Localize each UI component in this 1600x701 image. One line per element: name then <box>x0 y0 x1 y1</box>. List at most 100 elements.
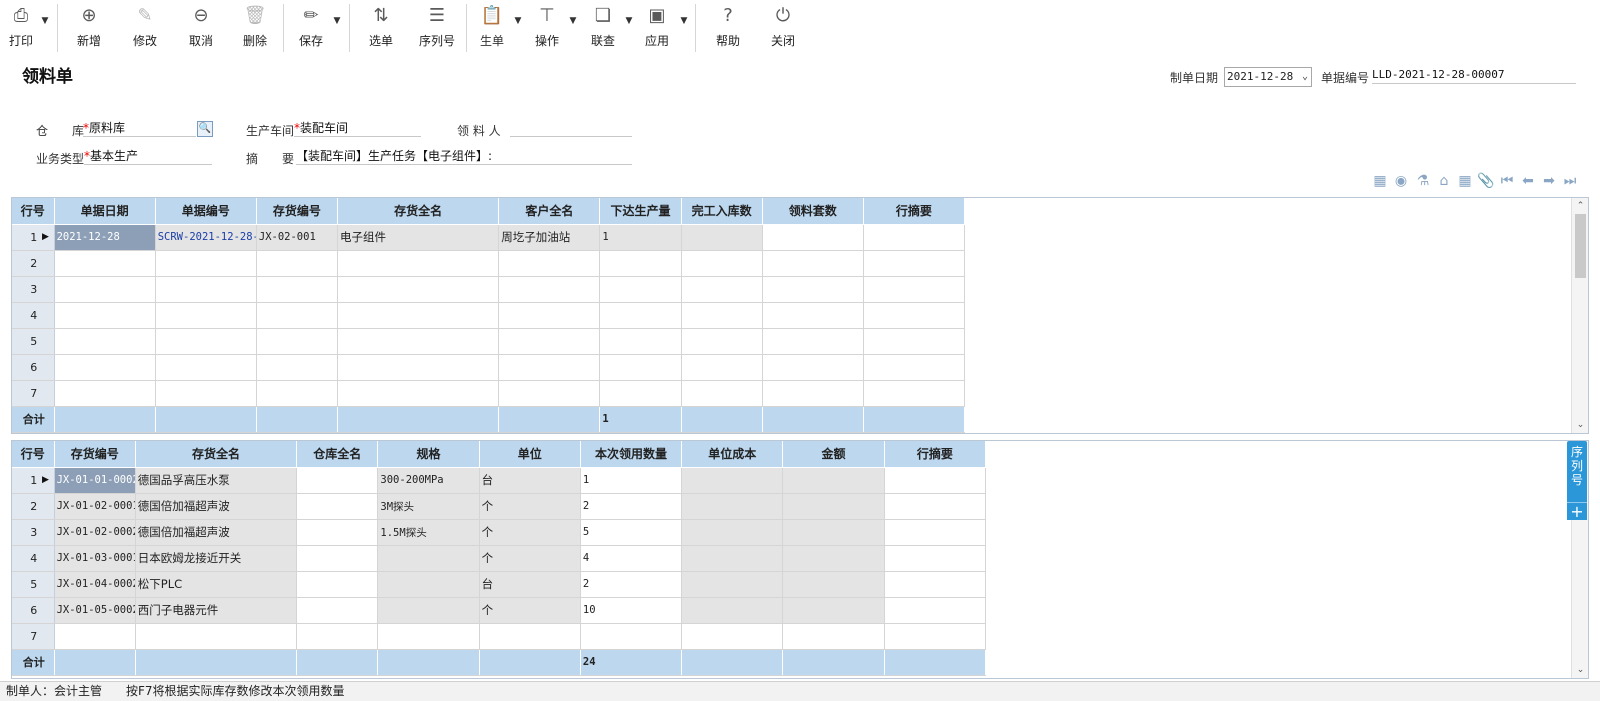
row-number-cell[interactable]: 2 <box>12 250 55 277</box>
table-cell[interactable] <box>681 545 784 572</box>
column-header[interactable]: 单据编号 <box>155 198 257 225</box>
table-cell[interactable] <box>498 250 601 277</box>
table-cell[interactable] <box>256 354 339 381</box>
table-cell[interactable] <box>782 571 885 598</box>
select-doc-button[interactable]: ⇅ 选单 <box>367 4 395 54</box>
first-page-icon[interactable]: ⏮ <box>1498 172 1516 190</box>
docno-field[interactable]: LLD-2021-12-28-00007 <box>1372 66 1576 84</box>
table-cell[interactable]: 周圪子加油站 <box>498 224 601 251</box>
table-cell[interactable] <box>863 328 966 355</box>
table-cell[interactable]: 1.5M探头 <box>377 519 480 546</box>
table-cell[interactable] <box>863 276 966 303</box>
table-cell[interactable] <box>54 276 156 303</box>
table-cell[interactable] <box>296 493 379 520</box>
row-number-cell[interactable]: 5 <box>12 571 55 598</box>
table-cell[interactable] <box>681 519 784 546</box>
table-cell[interactable] <box>681 380 763 407</box>
table-cell[interactable] <box>54 302 156 329</box>
table-cell[interactable] <box>681 467 784 494</box>
table-row[interactable]: 4 <box>12 302 966 329</box>
row-number-cell[interactable]: 4 <box>12 302 55 329</box>
table-cell[interactable]: 3M探头 <box>377 493 480 520</box>
table-row[interactable]: 3 JX-01-02-0002 德国倍加福超声波 1.5M探头 个 5 <box>12 519 987 546</box>
table-cell[interactable]: 德国品孚高压水泵 <box>135 467 298 494</box>
table-cell[interactable]: JX-01-05-0002 <box>54 597 136 624</box>
column-header[interactable]: 仓库全名 <box>296 441 379 468</box>
vertical-scrollbar[interactable]: ⌃ ⌄ <box>1571 198 1588 433</box>
table-row[interactable]: 6 JX-01-05-0002 西门子电器元件 个 10 <box>12 597 987 624</box>
table-cell[interactable] <box>54 250 156 277</box>
table-cell[interactable] <box>54 380 156 407</box>
table-cell[interactable] <box>762 276 864 303</box>
table-cell[interactable] <box>155 380 257 407</box>
table-row[interactable]: 7 <box>12 623 987 650</box>
save-dropdown-caret[interactable]: ▼ <box>332 16 342 26</box>
table-cell[interactable] <box>681 493 784 520</box>
calculator-icon[interactable]: ▦ <box>1456 172 1474 190</box>
table-cell[interactable] <box>681 302 763 329</box>
table-cell[interactable] <box>54 328 156 355</box>
table-cell[interactable] <box>498 302 601 329</box>
table-cell[interactable] <box>296 597 379 624</box>
table-cell[interactable] <box>54 623 136 650</box>
table-cell[interactable]: 1 <box>599 224 682 251</box>
table-cell[interactable] <box>762 354 864 381</box>
table-cell[interactable] <box>782 493 885 520</box>
table-cell[interactable] <box>782 597 885 624</box>
table-cell[interactable] <box>863 354 966 381</box>
table-cell[interactable] <box>863 224 966 251</box>
table-cell[interactable]: 德国倍加福超声波 <box>135 493 298 520</box>
table-cell[interactable]: JX-01-02-0001 <box>54 493 136 520</box>
print-dropdown-caret[interactable]: ▼ <box>40 16 50 26</box>
table-cell[interactable] <box>762 380 864 407</box>
operate-dropdown-caret[interactable]: ▼ <box>568 16 578 26</box>
linked-query-dropdown-caret[interactable]: ▼ <box>624 16 634 26</box>
column-header[interactable]: 存货全名 <box>337 198 500 225</box>
table-cell[interactable] <box>256 276 339 303</box>
table-cell[interactable]: 西门子电器元件 <box>135 597 298 624</box>
picker-field[interactable] <box>510 119 632 137</box>
table-cell[interactable] <box>256 302 339 329</box>
table-cell[interactable] <box>296 623 379 650</box>
column-header[interactable]: 规格 <box>377 441 480 468</box>
table-cell[interactable] <box>884 493 987 520</box>
magnifier-icon[interactable]: 🔍 <box>197 121 213 137</box>
table-cell[interactable] <box>256 250 339 277</box>
arrow-left-icon[interactable]: ⬅ <box>1519 172 1537 190</box>
table-cell[interactable] <box>377 571 480 598</box>
table-cell[interactable] <box>884 571 987 598</box>
column-header[interactable]: 存货编号 <box>54 441 136 468</box>
table-cell[interactable]: 5 <box>580 519 683 546</box>
row-number-cell[interactable]: 5 <box>12 328 55 355</box>
column-header[interactable]: 本次领用数量 <box>580 441 683 468</box>
table-cell[interactable]: 2 <box>580 493 683 520</box>
table-row[interactable]: 1 ▶ 2021-12-28 SCRW-2021-12-28-0 JX-02-00… <box>12 224 966 251</box>
print-button[interactable]: ⎙ 打印 <box>6 4 36 54</box>
table-row[interactable]: 3 <box>12 276 966 303</box>
column-header[interactable]: 行号 <box>12 441 55 468</box>
table-cell[interactable]: 松下PLC <box>135 571 298 598</box>
table-cell[interactable] <box>782 519 885 546</box>
table-cell[interactable] <box>337 354 500 381</box>
row-number-cell[interactable]: 3 <box>12 276 55 303</box>
table-cell[interactable] <box>599 328 682 355</box>
table-cell[interactable]: JX-01-02-0002 <box>54 519 136 546</box>
table-cell[interactable]: 日本欧姆龙接近开关 <box>135 545 298 572</box>
row-number-cell[interactable]: 4 <box>12 545 55 572</box>
table-cell[interactable] <box>863 302 966 329</box>
table-cell[interactable] <box>155 302 257 329</box>
biztype-field[interactable]: *基本生产 <box>84 147 212 165</box>
table-cell[interactable]: JX-01-03-0001 <box>54 545 136 572</box>
delete-button[interactable]: 🗑 删除 <box>241 4 269 54</box>
table-cell[interactable] <box>599 276 682 303</box>
table-cell[interactable]: 个 <box>479 493 581 520</box>
table-cell[interactable]: 300-200MPa <box>377 467 480 494</box>
table-cell[interactable]: 电子组件 <box>337 224 500 251</box>
table-cell[interactable]: 个 <box>479 519 581 546</box>
table-row[interactable]: 2 JX-01-02-0001 德国倍加福超声波 3M探头 个 2 <box>12 493 987 520</box>
table-cell[interactable]: JX-01-01-0002 <box>54 467 136 494</box>
plus-icon[interactable]: + <box>1567 502 1587 521</box>
table-cell[interactable] <box>884 623 987 650</box>
apply-button[interactable]: ▣ 应用 <box>643 4 671 54</box>
paperclip-icon[interactable]: 📎 <box>1477 172 1495 190</box>
